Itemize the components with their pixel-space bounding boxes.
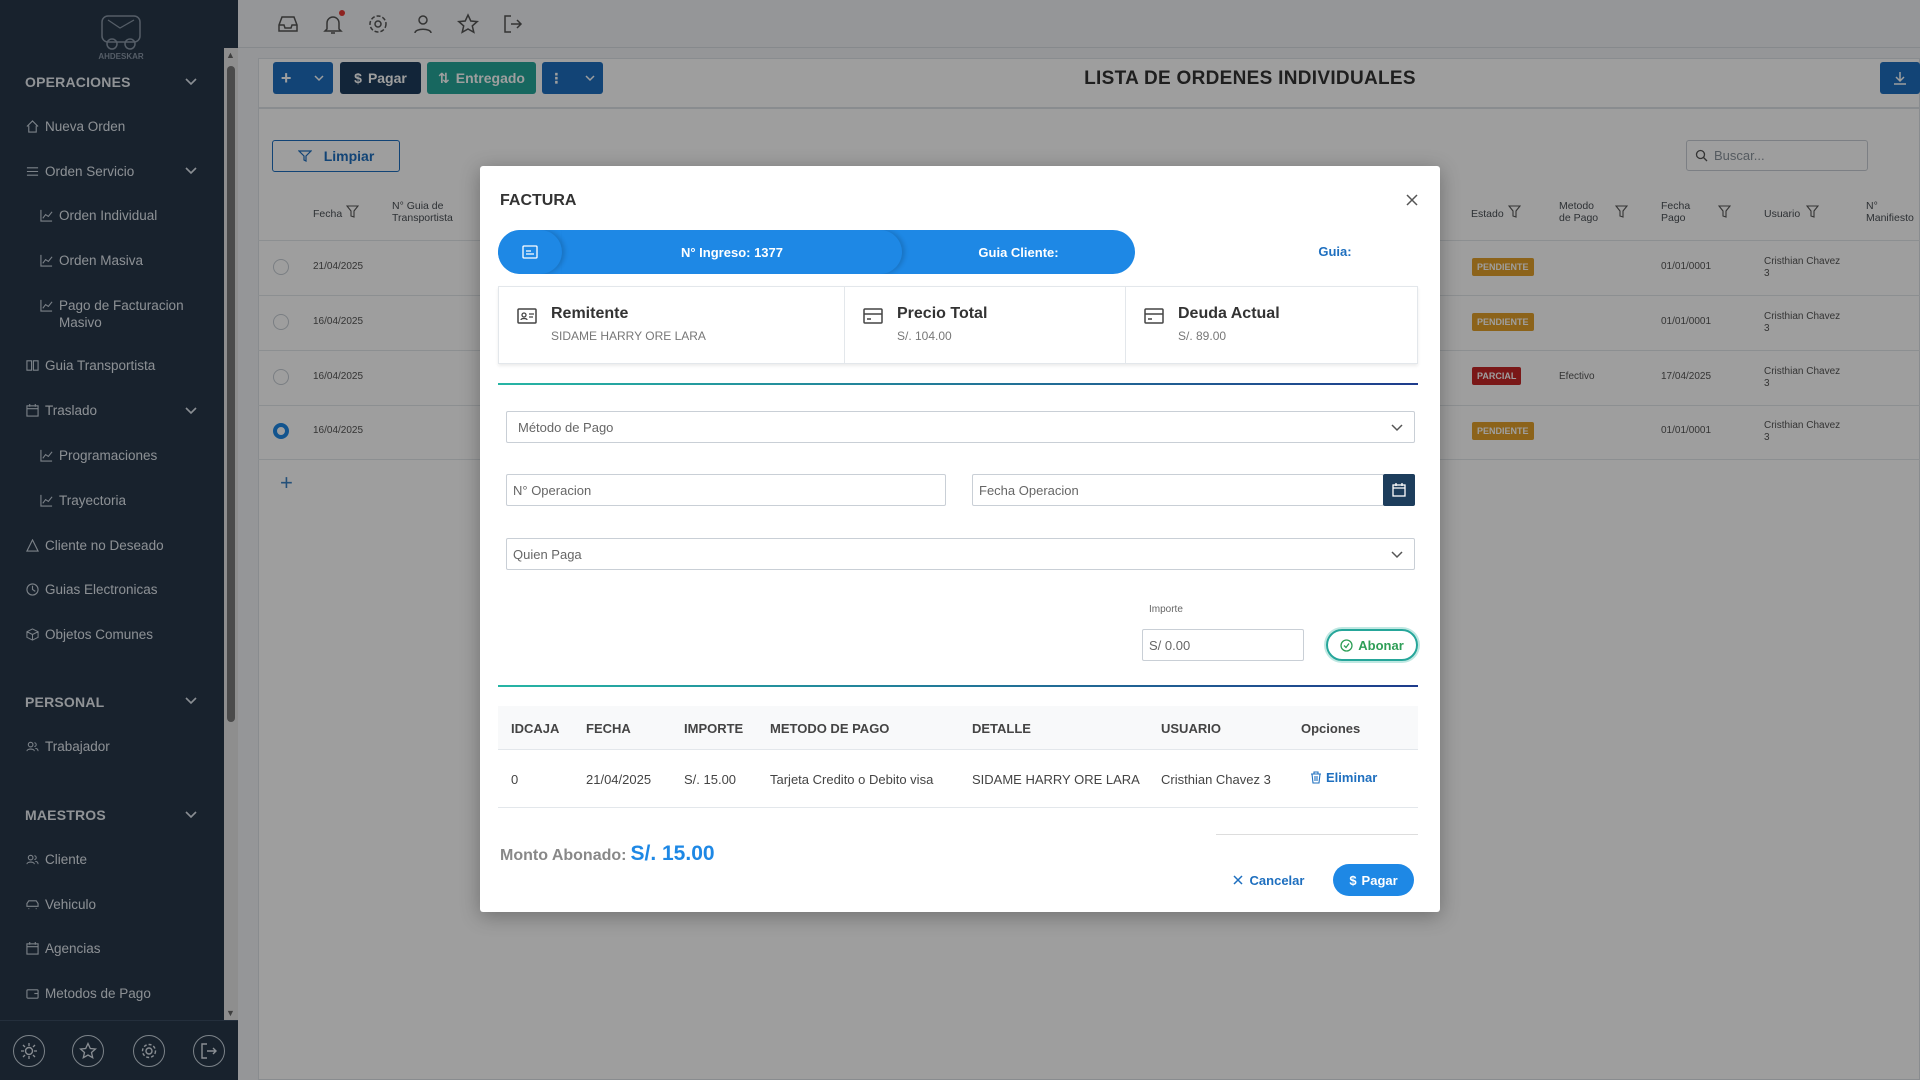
input-placeholder: Fecha Operacion [979, 482, 1079, 498]
cell-fecha: 21/04/2025 [586, 772, 652, 787]
credit-card-icon [863, 308, 883, 324]
divider [498, 383, 1418, 385]
calendar-icon [1392, 483, 1406, 497]
pagar-label: Pagar [1361, 872, 1398, 888]
metodo-pago-select[interactable]: Método de Pago [506, 411, 1415, 443]
factura-dialog: FACTURA N° Ingreso: 1377 Guia Cliente: G… [480, 166, 1440, 912]
cell-usuario: Cristhian Chavez 3 [1161, 772, 1271, 787]
monto-abonado: Monto Abonado: S/. 15.00 [500, 842, 715, 866]
step-ingreso[interactable]: N° Ingreso: 1377 [562, 230, 902, 274]
payments-table-header: IDCAJA FECHA IMPORTE METODO DE PAGO DETA… [498, 706, 1418, 750]
importe-input[interactable]: S/ 0.00 [1142, 629, 1304, 661]
trash-icon [1311, 771, 1321, 784]
card-value: S/. 104.00 [897, 329, 952, 343]
divider [1216, 834, 1418, 835]
cancel-button[interactable]: Cancelar [1228, 864, 1308, 896]
eliminar-label: Eliminar [1326, 770, 1378, 785]
card-value: S/. 89.00 [1178, 329, 1227, 343]
image-icon [522, 245, 538, 259]
dollar-icon: $ [1349, 872, 1357, 888]
table-row: 0 21/04/2025 S/. 15.00 Tarjeta Credito o… [498, 750, 1418, 808]
credit-card-icon [1144, 308, 1164, 324]
card-precio-total: Precio Total S/. 104.00 [845, 287, 1126, 363]
date-picker-button[interactable] [1383, 474, 1415, 506]
close-icon[interactable] [1402, 190, 1422, 210]
th-fecha: FECHA [586, 721, 631, 736]
chevron-down-icon [1391, 551, 1403, 559]
th-importe: IMPORTE [684, 721, 744, 736]
card-deuda-actual: Deuda Actual S/. 89.00 [1126, 287, 1417, 363]
cell-metodo: Tarjeta Credito o Debito visa [770, 772, 934, 787]
close-icon [1233, 875, 1243, 885]
th-metodo-pago: METODO DE PAGO [770, 721, 890, 736]
abonar-button[interactable]: Abonar [1326, 629, 1418, 661]
card-remitente: Remitente SIDAME HARRY ORE LARA [499, 287, 845, 363]
id-card-icon [517, 308, 537, 324]
dialog-title: FACTURA [500, 192, 577, 209]
fecha-operacion-input[interactable]: Fecha Operacion [972, 474, 1384, 506]
step-guia-cliente[interactable]: Guia Cliente: [902, 230, 1135, 274]
step-guia[interactable]: Guia: [1235, 244, 1435, 259]
monto-label: Monto Abonado: [500, 847, 627, 864]
th-detalle: DETALLE [972, 721, 1031, 736]
abonar-label: Abonar [1358, 637, 1404, 653]
select-placeholder: Quien Paga [513, 546, 582, 562]
divider [498, 685, 1418, 687]
select-placeholder: Método de Pago [518, 419, 614, 435]
card-value: SIDAME HARRY ORE LARA [551, 329, 706, 343]
card-title: Precio Total [897, 305, 988, 322]
monto-value: S/. 15.00 [630, 842, 715, 865]
quien-paga-select[interactable]: Quien Paga [506, 538, 1415, 570]
importe-label: Importe [1149, 604, 1183, 615]
eliminar-button[interactable]: Eliminar [1310, 770, 1377, 785]
cell-detalle: SIDAME HARRY ORE LARA [972, 772, 1140, 787]
input-value: S/ 0.00 [1149, 637, 1191, 653]
pagar-button[interactable]: $ Pagar [1333, 864, 1414, 896]
chevron-down-icon [1391, 424, 1403, 432]
cancel-label: Cancelar [1249, 872, 1305, 888]
card-title: Remitente [551, 305, 629, 322]
th-idcaja: IDCAJA [511, 721, 560, 736]
step-icon[interactable] [498, 230, 562, 274]
steps-bar: N° Ingreso: 1377 Guia Cliente: [498, 230, 1135, 274]
th-usuario: USUARIO [1161, 721, 1221, 736]
cell-idcaja: 0 [511, 772, 519, 787]
n-operacion-input[interactable]: N° Operacion [506, 474, 946, 506]
th-opciones: Opciones [1301, 721, 1361, 736]
check-circle-icon [1340, 638, 1353, 652]
summary-cards: Remitente SIDAME HARRY ORE LARA Precio T… [498, 286, 1418, 364]
cell-importe: S/. 15.00 [684, 772, 737, 787]
card-title: Deuda Actual [1178, 305, 1280, 322]
input-placeholder: N° Operacion [513, 482, 592, 498]
